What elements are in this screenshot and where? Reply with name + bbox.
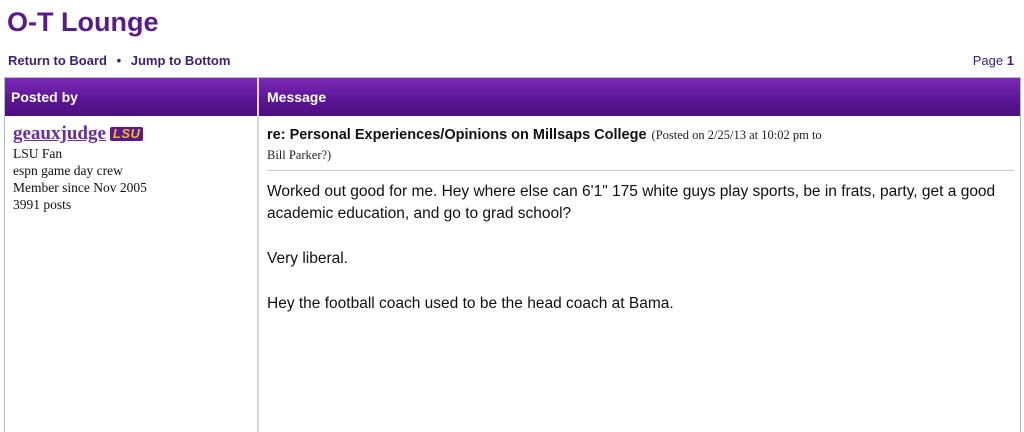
- jump-to-bottom-link[interactable]: Jump to Bottom: [131, 53, 231, 68]
- nav-separator: •: [116, 53, 122, 68]
- message-paragraph: Hey the football coach used to be the he…: [267, 295, 674, 312]
- page-number: 1: [1006, 53, 1014, 68]
- message-cell: re: Personal Experiences/Opinions on Mil…: [261, 116, 1020, 432]
- author-username-link[interactable]: geauxjudge: [13, 123, 106, 144]
- author-info: geauxjudge LSU LSU Fan espn game day crew…: [5, 116, 259, 432]
- nav-links: Return to Board • Jump to Bottom: [8, 53, 230, 68]
- message-subject: re: Personal Experiences/Opinions on Mil…: [267, 127, 647, 143]
- return-to-board-link[interactable]: Return to Board: [8, 53, 107, 68]
- message-header: re: Personal Experiences/Opinions on Mil…: [267, 124, 1014, 147]
- thread-table: Posted by Message geauxjudge LSU LSU Fan …: [4, 77, 1021, 432]
- message-paragraph: Very liberal.: [267, 250, 348, 267]
- column-header-posted-by: Posted by: [5, 78, 259, 116]
- author-title: espn game day crew: [13, 163, 123, 178]
- posted-on: (Posted on 2/25/13 at 10:02 pm to: [651, 128, 822, 142]
- author-member-since: Member since Nov 2005: [13, 180, 147, 195]
- posted-to-link[interactable]: Bill Parker?): [267, 147, 1014, 163]
- lsu-logo-icon: LSU: [109, 127, 144, 141]
- page-label: Page: [972, 53, 1004, 68]
- author-name-row: geauxjudge LSU: [13, 123, 257, 145]
- author-post-count: 3991 posts: [13, 197, 72, 212]
- author-fan-of: LSU Fan: [13, 146, 63, 161]
- table-header: Posted by Message: [5, 78, 1020, 116]
- board-title: O-T Lounge: [7, 7, 159, 37]
- page-indicator: Page 1: [973, 53, 1014, 68]
- message-body: Worked out good for me. Hey where else c…: [267, 181, 1014, 315]
- message-paragraph: Worked out good for me. Hey where else c…: [267, 183, 996, 222]
- thread-nav: Return to Board • Jump to Bottom Page 1: [8, 53, 1014, 73]
- message-divider: [267, 170, 1014, 171]
- column-header-message: Message: [267, 89, 327, 105]
